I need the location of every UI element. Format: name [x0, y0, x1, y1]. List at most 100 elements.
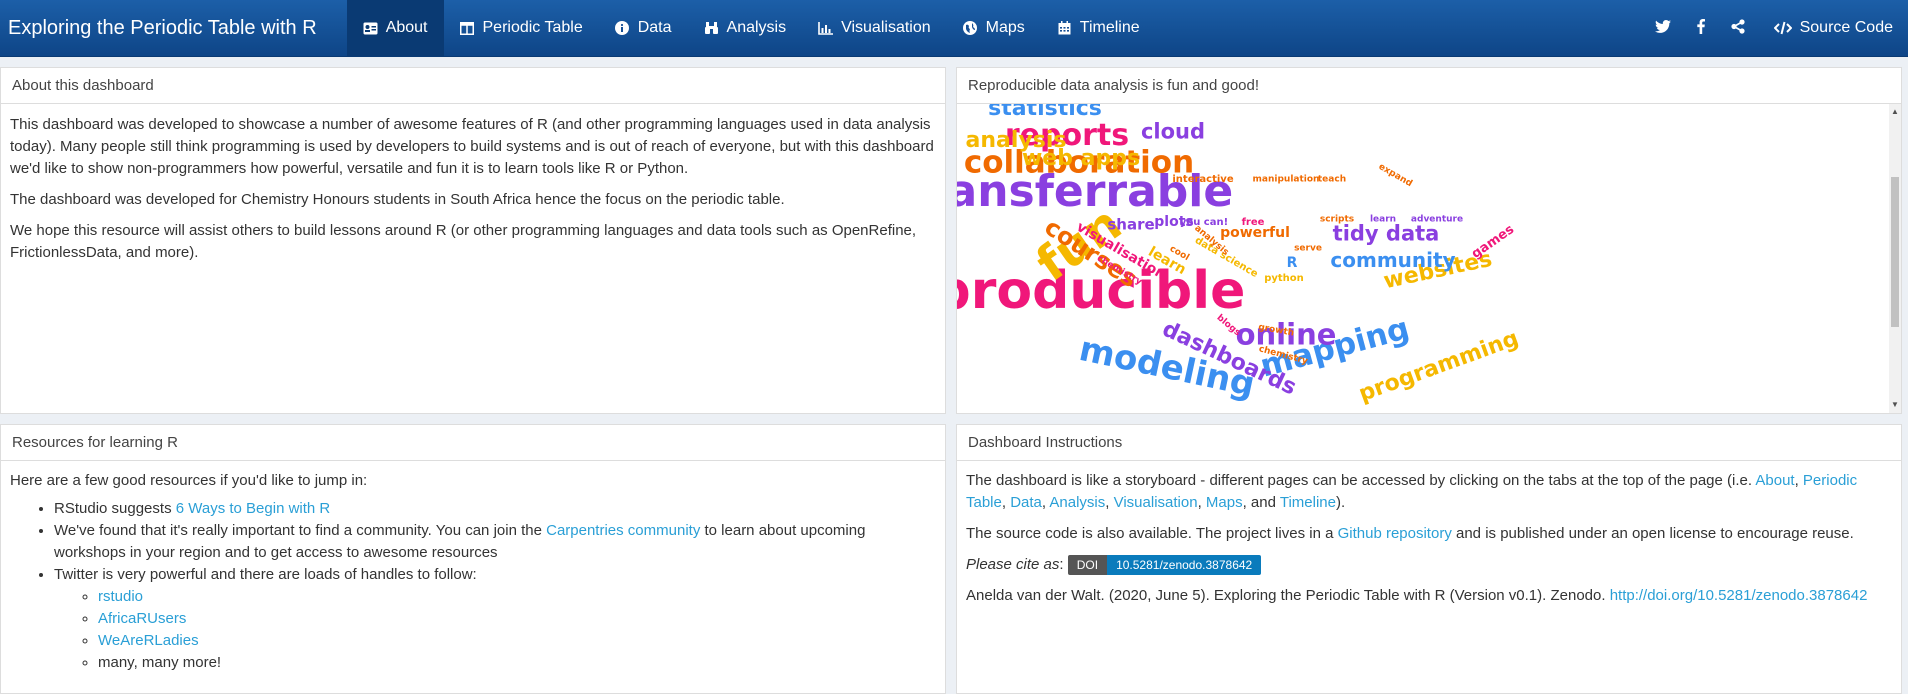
- wordcloud-word: teach: [1317, 174, 1347, 185]
- about-paragraph-1: This dashboard was developed to showcase…: [10, 116, 934, 177]
- doi-link[interactable]: http://doi.org/10.5281/zenodo.3878642: [1610, 587, 1868, 604]
- scroll-thumb[interactable]: [1891, 177, 1899, 327]
- share-button[interactable]: [1718, 0, 1758, 56]
- instructions-text: The source code is also available. The p…: [966, 525, 1338, 542]
- wordcloud-panel-title: Reproducible data analysis is fun and go…: [957, 68, 1901, 104]
- wordcloud-word: tidy data: [1332, 221, 1440, 246]
- bar-chart-icon: [818, 21, 834, 36]
- separator: ,: [1105, 494, 1114, 511]
- cite-label: Please cite as: [966, 556, 1060, 573]
- citation-body: Anelda van der Walt. (2020, June 5). Exp…: [966, 587, 1610, 604]
- separator: ,: [1001, 494, 1011, 511]
- instructions-panel-title: Dashboard Instructions: [957, 425, 1901, 461]
- facebook-share-button[interactable]: [1684, 0, 1718, 56]
- cite-line: Please cite as: DOI 10.5281/zenodo.387864…: [966, 554, 1892, 576]
- wordcloud-word: interactive: [1172, 174, 1234, 185]
- separator: ,: [1794, 472, 1803, 489]
- list-item: many, many more!: [98, 652, 936, 674]
- tab-periodic-table[interactable]: Periodic Table: [444, 0, 599, 56]
- tab-timeline[interactable]: Timeline: [1041, 0, 1156, 56]
- wordcloud-word: share: [1107, 215, 1155, 234]
- resource-text: We've found that it's really important t…: [54, 522, 547, 539]
- tab-maps[interactable]: Maps: [947, 0, 1041, 56]
- wordcloud-word: games: [1468, 222, 1518, 262]
- share-icon: [1731, 18, 1745, 38]
- link-about[interactable]: About: [1755, 472, 1794, 489]
- tab-maps-label: Maps: [985, 19, 1025, 36]
- link-data[interactable]: Data: [1010, 494, 1042, 511]
- wordcloud-word: learn: [1369, 214, 1397, 225]
- list-item: rstudio: [98, 586, 936, 608]
- link-analysis[interactable]: Analysis: [1049, 494, 1105, 511]
- wordcloud: reproducibletransferrablefuncollaboratio…: [957, 104, 1889, 413]
- list-item: We've found that it's really important t…: [54, 520, 936, 564]
- wordcloud-word: statistics: [988, 104, 1102, 121]
- link-maps[interactable]: Maps: [1206, 494, 1243, 511]
- source-code-label: Source Code: [1799, 19, 1893, 36]
- wordcloud-word: R: [1286, 255, 1298, 271]
- link-visualisation[interactable]: Visualisation: [1114, 494, 1198, 511]
- scroll-up-arrow[interactable]: ▲: [1889, 106, 1901, 118]
- wordcloud-word: manipulation: [1252, 174, 1320, 185]
- calendar-icon: [1057, 21, 1072, 36]
- wordcloud-scrollbar[interactable]: ▲ ▼: [1889, 104, 1901, 413]
- facebook-icon: [1696, 18, 1705, 38]
- globe-icon: [963, 21, 978, 36]
- link-timeline[interactable]: Timeline: [1280, 494, 1336, 511]
- tab-analysis-label: Analysis: [726, 19, 787, 36]
- wordcloud-panel: Reproducible data analysis is fun and go…: [956, 67, 1902, 414]
- list-item: Twitter is very powerful and there are l…: [54, 564, 936, 674]
- tab-about[interactable]: About: [346, 0, 444, 56]
- scroll-down-arrow[interactable]: ▼: [1889, 399, 1901, 411]
- info-circle-icon: [615, 21, 630, 36]
- wordcloud-word: expand: [1376, 161, 1414, 190]
- top-navbar: Exploring the Periodic Table with R Abou…: [0, 0, 1908, 57]
- twitter-handles-list: rstudio AfricaRUsers WeAreRLadies many, …: [98, 586, 936, 674]
- carpentries-link[interactable]: Carpentries community: [546, 522, 700, 539]
- app-title[interactable]: Exploring the Periodic Table with R: [0, 0, 347, 56]
- tab-visualisation[interactable]: Visualisation: [802, 0, 947, 56]
- wordcloud-word: python: [1264, 273, 1304, 284]
- wordcloud-word: adventure: [1410, 214, 1464, 225]
- about-paragraph-2: The dashboard was developed for Chemistr…: [10, 191, 785, 208]
- instructions-text: and is published under an open license t…: [1451, 525, 1854, 542]
- instructions-paragraph-2: The source code is also available. The p…: [966, 523, 1892, 545]
- doi-badge[interactable]: DOI 10.5281/zenodo.3878642: [1067, 555, 1262, 576]
- twitter-share-button[interactable]: [1642, 0, 1684, 56]
- source-code-link[interactable]: Source Code: [1758, 0, 1908, 56]
- github-repository-link[interactable]: Github repository: [1338, 525, 1452, 542]
- instructions-panel-body: The dashboard is like a storyboard - dif…: [957, 461, 1901, 626]
- doi-badge-value: 10.5281/zenodo.3878642: [1107, 555, 1262, 576]
- wordcloud-word: community: [1330, 248, 1456, 272]
- resources-list: RStudio suggests 6 Ways to Begin with R …: [54, 498, 936, 674]
- tab-data-label: Data: [637, 19, 672, 36]
- africarusers-link[interactable]: AfricaRUsers: [98, 610, 186, 627]
- resources-panel-title: Resources for learning R: [1, 425, 945, 461]
- tab-analysis[interactable]: Analysis: [688, 0, 803, 56]
- tab-about-label: About: [385, 19, 428, 36]
- about-panel-title: About this dashboard: [1, 68, 945, 104]
- wordcloud-word: free: [1241, 217, 1265, 228]
- resources-panel-body: Here are a few good resources if you'd l…: [1, 461, 945, 684]
- code-icon: [1773, 21, 1792, 36]
- id-card-icon: [363, 21, 378, 36]
- resources-panel: Resources for learning R Here are a few …: [0, 424, 946, 694]
- instructions-paragraph-1: The dashboard is like a storyboard - dif…: [966, 470, 1892, 514]
- dashboard-grid: About this dashboard This dashboard was …: [0, 67, 1908, 694]
- begin-with-r-link[interactable]: 6 Ways to Begin with R: [176, 500, 331, 517]
- rstudio-link[interactable]: rstudio: [98, 588, 143, 605]
- tab-timeline-label: Timeline: [1079, 19, 1140, 36]
- wearerladies-link[interactable]: WeAreRLadies: [98, 632, 199, 649]
- tab-visualisation-label: Visualisation: [841, 19, 931, 36]
- separator: ,: [1197, 494, 1206, 511]
- wordcloud-word: powerful: [1220, 225, 1290, 241]
- more-text: many, many more!: [98, 654, 222, 671]
- table-icon: [460, 21, 475, 36]
- about-panel: About this dashboard This dashboard was …: [0, 67, 946, 414]
- instructions-panel: Dashboard Instructions The dashboard is …: [956, 424, 1902, 694]
- wordcloud-word: scripts: [1319, 214, 1355, 225]
- wordcloud-word: serve: [1294, 243, 1322, 254]
- resources-intro: Here are a few good resources if you'd l…: [10, 472, 368, 489]
- tab-data[interactable]: Data: [599, 0, 688, 56]
